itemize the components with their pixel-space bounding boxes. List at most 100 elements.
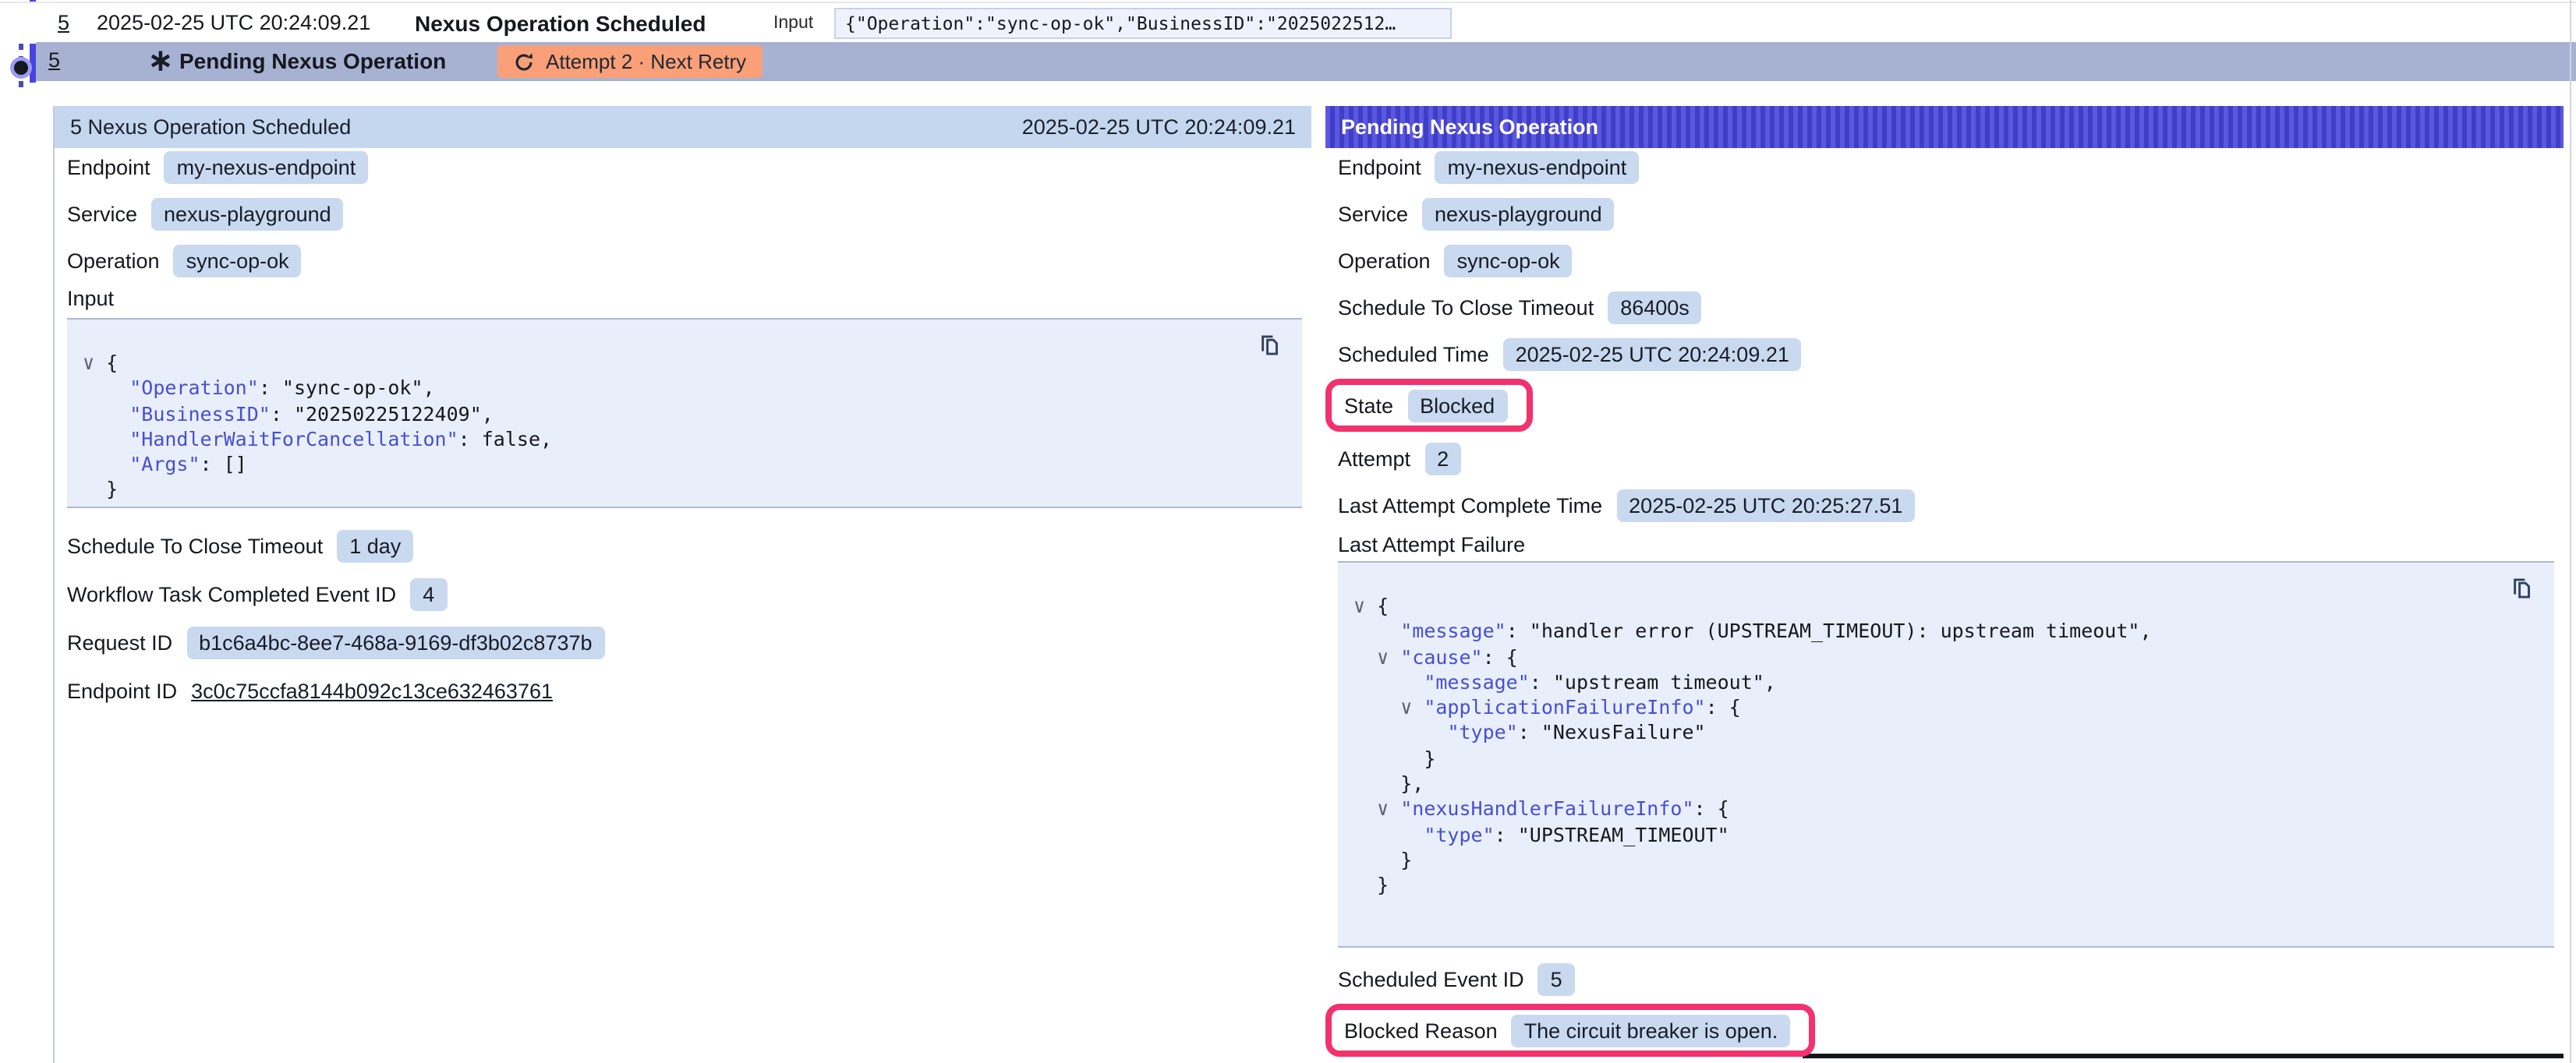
- json-line: }: [1353, 874, 2532, 899]
- panel-title: 5 Nexus Operation Scheduled: [70, 106, 351, 148]
- field-label: Operation: [1338, 249, 1431, 273]
- field-value-chip: sync-op-ok: [174, 245, 302, 277]
- state-highlight-ring: State Blocked: [1325, 379, 1532, 432]
- field-value-chip: nexus-playground: [1422, 198, 1615, 231]
- event-row-scheduled[interactable]: 5 2025-02-25 UTC 20:24:09.21 Nexus Opera…: [0, 2, 2576, 44]
- field-label: Scheduled Time: [1338, 343, 1489, 366]
- field-row: Endpoint ID 3c0c75ccfa8144b092c13ce63246…: [67, 675, 553, 708]
- field-label: Last Attempt Complete Time: [1338, 494, 1602, 517]
- window-right-edge: [2570, 0, 2571, 1063]
- field-row: Schedule To Close Timeout 86400s: [1338, 291, 1702, 324]
- field-label: Endpoint: [1338, 156, 1421, 179]
- field-row: Operation sync-op-ok: [67, 245, 302, 277]
- copy-icon[interactable]: [1255, 332, 1283, 360]
- chevron-down-icon[interactable]: ∨: [1353, 645, 1400, 668]
- panel-timestamp: 2025-02-25 UTC 20:24:09.21: [1022, 106, 1296, 148]
- field-label: Schedule To Close Timeout: [1338, 296, 1594, 320]
- input-preview-chip: {"Operation":"sync-op-ok","BusinessID":"…: [834, 8, 1452, 39]
- field-value-chip: nexus-playground: [151, 198, 344, 231]
- event-history-view: 5 2025-02-25 UTC 20:24:09.21 Nexus Opera…: [0, 0, 2576, 1063]
- field-value-chip: sync-op-ok: [1445, 245, 1573, 277]
- scheduled-event-panel: 5 Nexus Operation Scheduled 2025-02-25 U…: [53, 106, 1311, 1063]
- field-row: Workflow Task Completed Event ID 4: [67, 578, 447, 611]
- panel-header: 5 Nexus Operation Scheduled 2025-02-25 U…: [55, 106, 1311, 148]
- input-section-label: Input: [67, 287, 114, 310]
- field-value-chip: 2025-02-25 UTC 20:24:09.21: [1503, 338, 1802, 371]
- json-line: "BusinessID": "20250225122409",: [83, 401, 1280, 427]
- event-marker-filled-icon: [13, 61, 27, 75]
- field-label: State: [1344, 394, 1393, 417]
- endpoint-id-link[interactable]: 3c0c75ccfa8144b092c13ce632463761: [191, 680, 553, 703]
- chevron-down-icon[interactable]: ∨: [83, 351, 106, 374]
- json-line: },: [1353, 772, 2532, 797]
- event-id-link[interactable]: 5: [58, 11, 69, 34]
- field-value-chip: 5: [1538, 963, 1575, 996]
- field-label: Service: [1338, 203, 1408, 226]
- copy-icon[interactable]: [2507, 575, 2535, 603]
- event-time: 2025-02-25 UTC 20:24:09.21: [97, 11, 370, 34]
- json-line: "message": "handler error (UPSTREAM_TIME…: [1353, 620, 2532, 645]
- panel-header-striped: Pending Nexus Operation: [1325, 106, 2564, 148]
- retry-badge[interactable]: Attempt 2 · Next Retry: [497, 45, 762, 78]
- field-row: Attempt 2: [1338, 443, 1461, 475]
- json-line: ∨ {: [1353, 594, 2532, 620]
- json-line: "type": "UPSTREAM_TIMEOUT": [1353, 822, 2532, 848]
- failure-section-label: Last Attempt Failure: [1338, 533, 1525, 556]
- field-row: Scheduled Time 2025-02-25 UTC 20:24:09.2…: [1338, 338, 1802, 371]
- field-value-chip: b1c6a4bc-8ee7-468a-9169-df3b02c8737b: [186, 627, 604, 659]
- field-label: Schedule To Close Timeout: [67, 535, 323, 558]
- field-row: Last Attempt Complete Time 2025-02-25 UT…: [1338, 489, 1915, 522]
- field-value-chip: 2025-02-25 UTC 20:25:27.51: [1616, 489, 1915, 522]
- json-line: "type": "NexusFailure": [1353, 721, 2532, 747]
- timeline-dotted-rail: [19, 81, 23, 94]
- field-label: Attempt: [1338, 447, 1410, 471]
- field-label: Endpoint ID: [67, 680, 177, 703]
- json-line: }: [1353, 747, 2532, 772]
- field-row: Operation sync-op-ok: [1338, 245, 1573, 277]
- json-line: "message": "upstream timeout",: [1353, 670, 2532, 696]
- field-value-chip: 4: [410, 578, 447, 611]
- pending-event-title: Pending Nexus Operation: [179, 42, 446, 81]
- json-line: "HandlerWaitForCancellation": false,: [83, 427, 1280, 453]
- pending-operation-panel: Pending Nexus Operation Endpoint my-nexu…: [1325, 106, 2564, 1063]
- field-label: Workflow Task Completed Event ID: [67, 583, 396, 606]
- json-line: ∨ "nexusHandlerFailureInfo": {: [1353, 797, 2532, 823]
- field-row: Service nexus-playground: [67, 198, 344, 231]
- field-row: Endpoint my-nexus-endpoint: [67, 151, 368, 184]
- panel-title: Pending Nexus Operation: [1341, 115, 1598, 139]
- field-row: Scheduled Event ID 5: [1338, 963, 1575, 996]
- chevron-down-icon[interactable]: ∨: [1353, 695, 1424, 719]
- json-line: "Args": []: [83, 452, 1280, 478]
- field-label: Operation: [67, 249, 160, 273]
- event-title: Nexus Operation Scheduled: [415, 10, 706, 35]
- asterisk-icon: ∗: [148, 42, 173, 81]
- field-value-chip: 1 day: [337, 530, 413, 563]
- field-value-chip: my-nexus-endpoint: [165, 151, 369, 184]
- blocked-reason-highlight-ring: Blocked Reason The circuit breaker is op…: [1325, 1004, 1815, 1057]
- json-line: "Operation": "sync-op-ok",: [83, 376, 1280, 402]
- field-label: Service: [67, 203, 137, 226]
- field-label: Blocked Reason: [1344, 1019, 1498, 1042]
- json-line: ∨ "applicationFailureInfo": {: [1353, 695, 2532, 721]
- field-label: Endpoint: [67, 156, 150, 179]
- field-row: Service nexus-playground: [1338, 198, 1615, 231]
- field-row: Request ID b1c6a4bc-8ee7-468a-9169-df3b0…: [67, 627, 605, 659]
- chevron-down-icon[interactable]: ∨: [1353, 594, 1377, 617]
- event-id-link[interactable]: 5: [48, 48, 60, 72]
- json-line: }: [83, 478, 1280, 503]
- field-row: Schedule To Close Timeout 1 day: [67, 530, 413, 563]
- json-line: ∨ {: [83, 351, 1280, 376]
- json-line: ∨ "cause": {: [1353, 645, 2532, 670]
- chevron-down-icon[interactable]: ∨: [1353, 797, 1400, 821]
- field-row: Endpoint my-nexus-endpoint: [1338, 151, 1639, 184]
- json-line: }: [1353, 848, 2532, 874]
- json-viewer-failure: ∨ { "message": "handler error (UPSTREAM_…: [1338, 561, 2554, 948]
- refresh-icon: [513, 51, 535, 72]
- field-value-chip: my-nexus-endpoint: [1435, 151, 1640, 184]
- field-value-chip: 86400s: [1608, 291, 1702, 324]
- blocked-reason-chip: The circuit breaker is open.: [1512, 1014, 1791, 1047]
- field-value-chip: 2: [1424, 443, 1461, 475]
- state-value-chip: Blocked: [1407, 389, 1507, 422]
- json-viewer-input: ∨ { "Operation": "sync-op-ok", "Business…: [67, 318, 1302, 508]
- event-row-pending[interactable]: 5 ∗ Pending Nexus Operation Attempt 2 · …: [36, 42, 2576, 81]
